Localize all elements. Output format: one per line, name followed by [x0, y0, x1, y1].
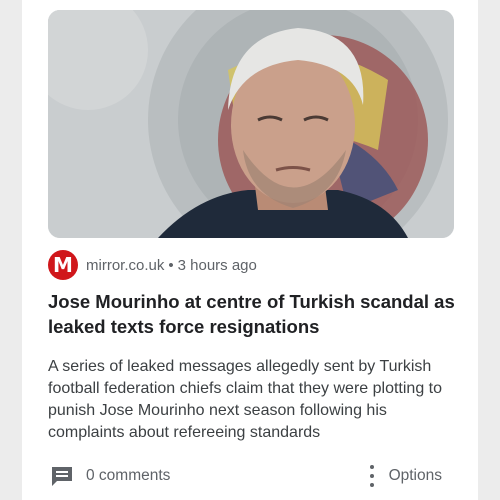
news-card[interactable]: M mirror.co.uk • 3 hours ago Jose Mourin…	[22, 0, 478, 500]
options-button[interactable]: Options	[369, 462, 442, 490]
article-image[interactable]	[48, 10, 454, 238]
comment-icon	[52, 467, 72, 486]
article-headline[interactable]: Jose Mourinho at centre of Turkish scand…	[48, 289, 458, 339]
article-meta: M mirror.co.uk • 3 hours ago	[48, 249, 257, 281]
comments-button[interactable]: 0 comments	[50, 462, 170, 490]
published-time: 3 hours ago	[177, 256, 257, 274]
person-photo-icon	[48, 10, 454, 238]
comments-count: 0 comments	[86, 467, 171, 484]
source-logo-icon[interactable]: M	[48, 250, 78, 280]
meta-separator: •	[168, 256, 174, 274]
article-summary[interactable]: A series of leaked messages allegedly se…	[48, 356, 462, 444]
more-vertical-icon	[369, 465, 375, 487]
options-label: Options	[388, 467, 442, 484]
source-name[interactable]: mirror.co.uk	[86, 257, 164, 274]
